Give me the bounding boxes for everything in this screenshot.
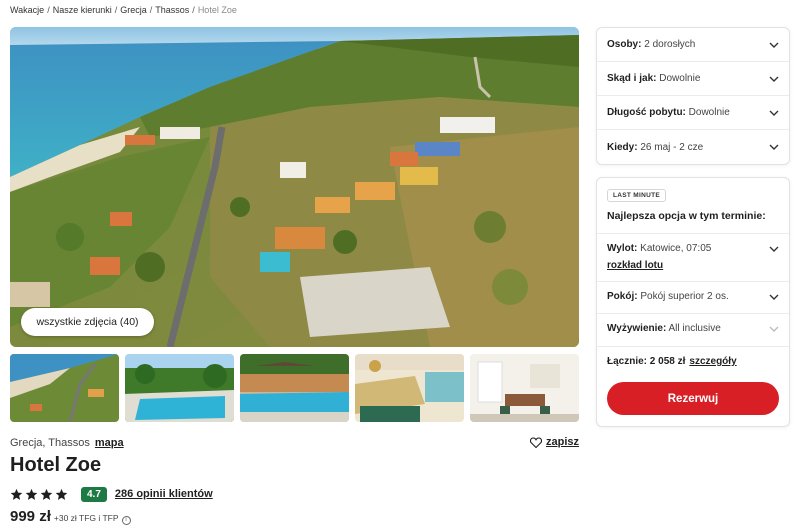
thumbnail-room-interior[interactable] [470,354,579,422]
location-text: Grecja, Thassos [10,437,90,449]
star-icon [40,488,53,500]
thumbnail-strip [10,354,579,422]
room-row[interactable]: Pokój: Pokój superior 2 os. [607,291,779,302]
price-extra: +30 zł TFG i TFP [53,513,119,523]
thumbnail-pool-with-umbrellas[interactable] [240,354,349,422]
filter-persons[interactable]: Osoby: 2 dorosłych [597,28,789,62]
book-button[interactable]: Rezerwuj [607,382,779,415]
filter-dates[interactable]: Kiedy: 26 maj - 2 cze [597,130,789,164]
details-link[interactable]: szczegóły [689,356,736,367]
breadcrumb-thassos[interactable]: Thassos [155,5,189,15]
divider [597,313,789,314]
board-row[interactable]: Wyżywienie: All inclusive [607,323,779,334]
filter-stay-length[interactable]: Długość pobytu: Dowolnie [597,96,789,130]
star-icon [55,488,68,500]
last-minute-badge: LAST MINUTE [607,189,666,202]
thumbnail-bar-interior[interactable] [355,354,464,422]
chevron-down-icon [769,246,779,252]
hotel-name: Hotel Zoe [10,454,102,476]
chevron-down-icon [769,42,779,48]
info-icon[interactable]: i [121,516,131,525]
divider [597,233,789,234]
rating-row: 4.7 286 opinii klientów [10,485,213,503]
thumbnail-aerial-view[interactable] [10,354,119,422]
score-badge: 4.7 [81,486,107,502]
save-label: zapisz [546,436,580,448]
map-link[interactable]: mapa [95,437,124,449]
offer-card: LAST MINUTE Najlepsza opcja w tym termin… [596,177,790,427]
breadcrumb-grecja[interactable]: Grecja [120,5,147,15]
filter-departure[interactable]: Skąd i jak: Dowolnie [597,62,789,96]
chevron-down-icon [769,144,779,150]
hotel-stars [10,488,68,501]
flight-schedule-link[interactable]: rozkład lotu [607,260,663,271]
divider [597,346,789,347]
breadcrumb-wakacje[interactable]: Wakacje [10,5,44,15]
breadcrumb-current: Hotel Zoe [197,5,237,15]
best-option-heading: Najlepsza opcja w tym terminie: [607,210,766,222]
star-icon [10,488,23,500]
hero-photo[interactable] [10,27,579,347]
price-row: 999 zł +30 zł TFG i TFP i [10,508,131,525]
breadcrumb: Wakacje / Nasze kierunki / Grecja / Thassos / Ho… [10,5,237,15]
all-photos-button[interactable]: wszystkie zdjęcia (40) [21,308,154,336]
thumbnail-pool-with-garden[interactable] [125,354,234,422]
chevron-down-icon [769,294,779,300]
star-icon [25,488,38,500]
reviews-link[interactable]: 286 opinii klientów [115,488,213,500]
flight-row[interactable]: Wylot: Katowice, 07:05 [607,243,779,254]
hotel-location: Grecja, Thassos mapa [10,437,124,449]
total-row: Łącznie: 2 058 zł szczegóły [607,356,737,367]
heart-icon [530,436,542,448]
divider [597,281,789,282]
search-filters-card: Osoby: 2 dorosłych Skąd i jak: Dowolnie … [596,27,790,165]
price: 999 zł [10,508,51,525]
chevron-down-icon [769,110,779,116]
total-price: 2 058 zł [649,356,686,367]
chevron-down-icon [769,76,779,82]
save-button[interactable]: zapisz [530,436,579,448]
chevron-down-icon [769,326,779,332]
breadcrumb-nasze-kierunki[interactable]: Nasze kierunki [53,5,112,15]
